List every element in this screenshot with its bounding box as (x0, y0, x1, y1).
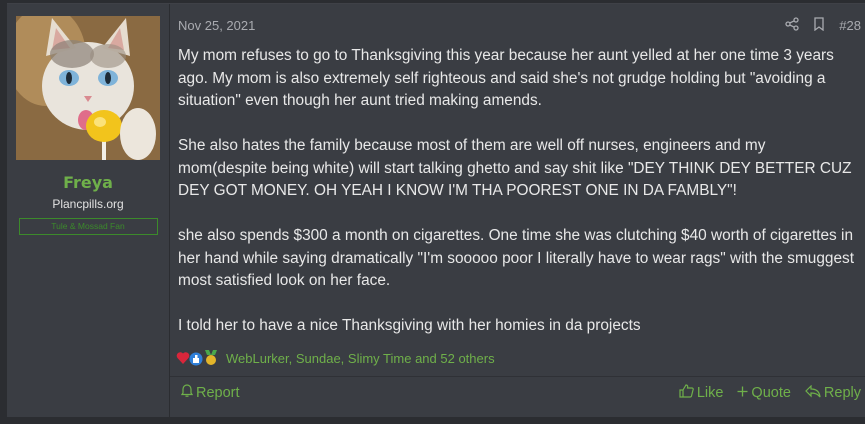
post-paragraph: I told her to have a nice Thanksgiving w… (178, 317, 641, 334)
user-sidebar: Freya Plancpills.org Tule & Mossad Fan (7, 4, 170, 417)
report-button[interactable]: Report (180, 384, 240, 401)
post-header-actions: #28 (785, 17, 861, 34)
post-paragraph: My mom refuses to go to Thanksgiving thi… (178, 47, 834, 109)
post-number[interactable]: #28 (839, 18, 861, 33)
reactions-bar[interactable]: WebLurker, Sundae, Slimy Time and 52 oth… (176, 349, 495, 367)
heart-icon (176, 352, 190, 364)
like-button[interactable]: Like (679, 384, 724, 402)
post-main: Nov 25, 2021 #28 My mom refuses to go to… (170, 4, 865, 417)
reply-arrow-icon (805, 384, 821, 402)
report-label: Report (196, 384, 240, 401)
post-paragraph: she also spends $300 a month on cigarett… (178, 227, 854, 289)
thumbs-up-icon (189, 352, 203, 366)
medal-icon (205, 350, 217, 365)
post-footer: Report Like Quote Reply (170, 384, 865, 404)
like-label: Like (696, 385, 724, 401)
reactions-text[interactable]: WebLurker, Sundae, Slimy Time and 52 oth… (226, 351, 495, 366)
avatar[interactable] (16, 16, 160, 160)
user-title: Plancpills.org (52, 197, 124, 211)
reply-button[interactable]: Reply (805, 384, 861, 402)
thumbs-up-outline-icon (679, 384, 694, 402)
bell-icon (180, 384, 194, 401)
post-actions: Like Quote Reply (679, 384, 861, 402)
footer-divider (170, 376, 865, 377)
bookmark-icon[interactable] (813, 17, 825, 34)
reaction-icons (176, 349, 220, 367)
quote-button[interactable]: Quote (737, 384, 791, 402)
post-container: Freya Plancpills.org Tule & Mossad Fan N… (7, 3, 865, 417)
post-paragraph: She also hates the family because most o… (178, 137, 852, 199)
post-content: My mom refuses to go to Thanksgiving thi… (178, 45, 858, 360)
reply-label: Reply (823, 385, 861, 401)
user-banner: Tule & Mossad Fan (18, 218, 158, 235)
post-date[interactable]: Nov 25, 2021 (178, 18, 255, 33)
share-icon[interactable] (785, 17, 799, 34)
quote-label: Quote (751, 385, 791, 401)
username[interactable]: Freya (63, 173, 113, 192)
avatar-image (16, 16, 160, 160)
plus-icon (737, 385, 748, 401)
